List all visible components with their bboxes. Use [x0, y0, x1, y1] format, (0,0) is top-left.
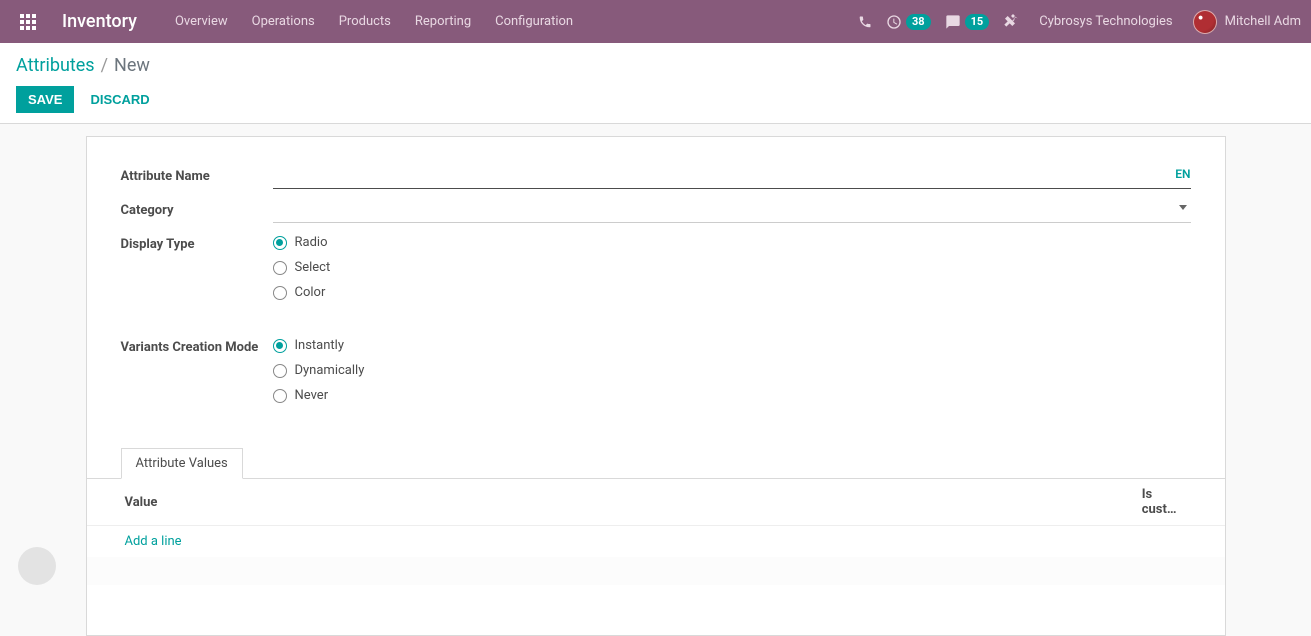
breadcrumb-separator: /	[101, 55, 108, 76]
phone-icon[interactable]	[858, 0, 872, 43]
menu-configuration[interactable]: Configuration	[485, 0, 583, 43]
menu-reporting[interactable]: Reporting	[405, 0, 481, 43]
attribute-name-input[interactable]	[273, 165, 1191, 189]
activity-icon[interactable]: 38	[886, 0, 931, 43]
variants-mode-radio-group: Instantly Dynamically Never	[273, 336, 1191, 403]
user-menu[interactable]: Mitchell Adm	[1193, 10, 1301, 34]
radio-unselected-icon	[273, 261, 287, 275]
variants-mode-option-dynamically[interactable]: Dynamically	[273, 363, 1191, 378]
display-type-option-radio[interactable]: Radio	[273, 235, 1191, 250]
language-tag-button[interactable]: EN	[1175, 167, 1190, 181]
menu-overview[interactable]: Overview	[165, 0, 238, 43]
debug-icon[interactable]	[1003, 0, 1019, 43]
apps-grid-icon	[20, 14, 36, 30]
menu-products[interactable]: Products	[329, 0, 401, 43]
apps-menu-icon[interactable]	[10, 0, 46, 43]
label-variants-mode: Variants Creation Mode	[121, 336, 273, 355]
menu-operations[interactable]: Operations	[242, 0, 325, 43]
display-type-option-select[interactable]: Select	[273, 260, 1191, 275]
label-display-type: Display Type	[121, 233, 273, 252]
breadcrumb-current: New	[114, 55, 150, 76]
chevron-down-icon[interactable]	[1179, 205, 1187, 210]
module-brand[interactable]: Inventory	[62, 11, 137, 32]
chat-window-avatar[interactable]	[18, 547, 56, 585]
radio-unselected-icon	[273, 286, 287, 300]
variants-mode-option-never[interactable]: Never	[273, 388, 1191, 403]
notebook-tabs: Attribute Values	[87, 447, 1225, 479]
category-dropdown-input[interactable]	[273, 199, 1191, 223]
attribute-values-table: Value Is cust… Add a line	[87, 479, 1225, 585]
column-header-is-custom[interactable]: Is cust…	[1104, 479, 1225, 526]
column-header-value[interactable]: Value	[87, 479, 1104, 526]
radio-unselected-icon	[273, 364, 287, 378]
messages-icon[interactable]: 15	[945, 0, 990, 43]
user-avatar-icon	[1193, 10, 1217, 34]
form-sheet: Attribute Name EN Category Display Type	[86, 136, 1226, 636]
messages-count-badge: 15	[965, 14, 990, 30]
tab-attribute-values[interactable]: Attribute Values	[121, 448, 243, 479]
activity-count-badge: 38	[906, 14, 931, 30]
display-type-radio-group: Radio Select Color	[273, 233, 1191, 300]
discard-button[interactable]: DISCARD	[78, 86, 161, 113]
radio-unselected-icon	[273, 389, 287, 403]
user-name: Mitchell Adm	[1225, 14, 1301, 29]
breadcrumb-parent-link[interactable]: Attributes	[16, 55, 95, 76]
control-panel: Attributes / New SAVE DISCARD	[0, 43, 1311, 124]
save-button[interactable]: SAVE	[16, 86, 74, 113]
label-category: Category	[121, 199, 273, 218]
main-menu: Overview Operations Products Reporting C…	[165, 0, 583, 43]
label-attribute-name: Attribute Name	[121, 165, 273, 184]
display-type-option-color[interactable]: Color	[273, 285, 1191, 300]
radio-selected-icon	[273, 236, 287, 250]
add-line-link[interactable]: Add a line	[125, 534, 182, 549]
variants-mode-option-instantly[interactable]: Instantly	[273, 338, 1191, 353]
navbar: Inventory Overview Operations Products R…	[0, 0, 1311, 43]
radio-selected-icon	[273, 339, 287, 353]
company-switcher[interactable]: Cybrosys Technologies	[1033, 14, 1178, 29]
breadcrumb: Attributes / New	[16, 55, 1295, 76]
